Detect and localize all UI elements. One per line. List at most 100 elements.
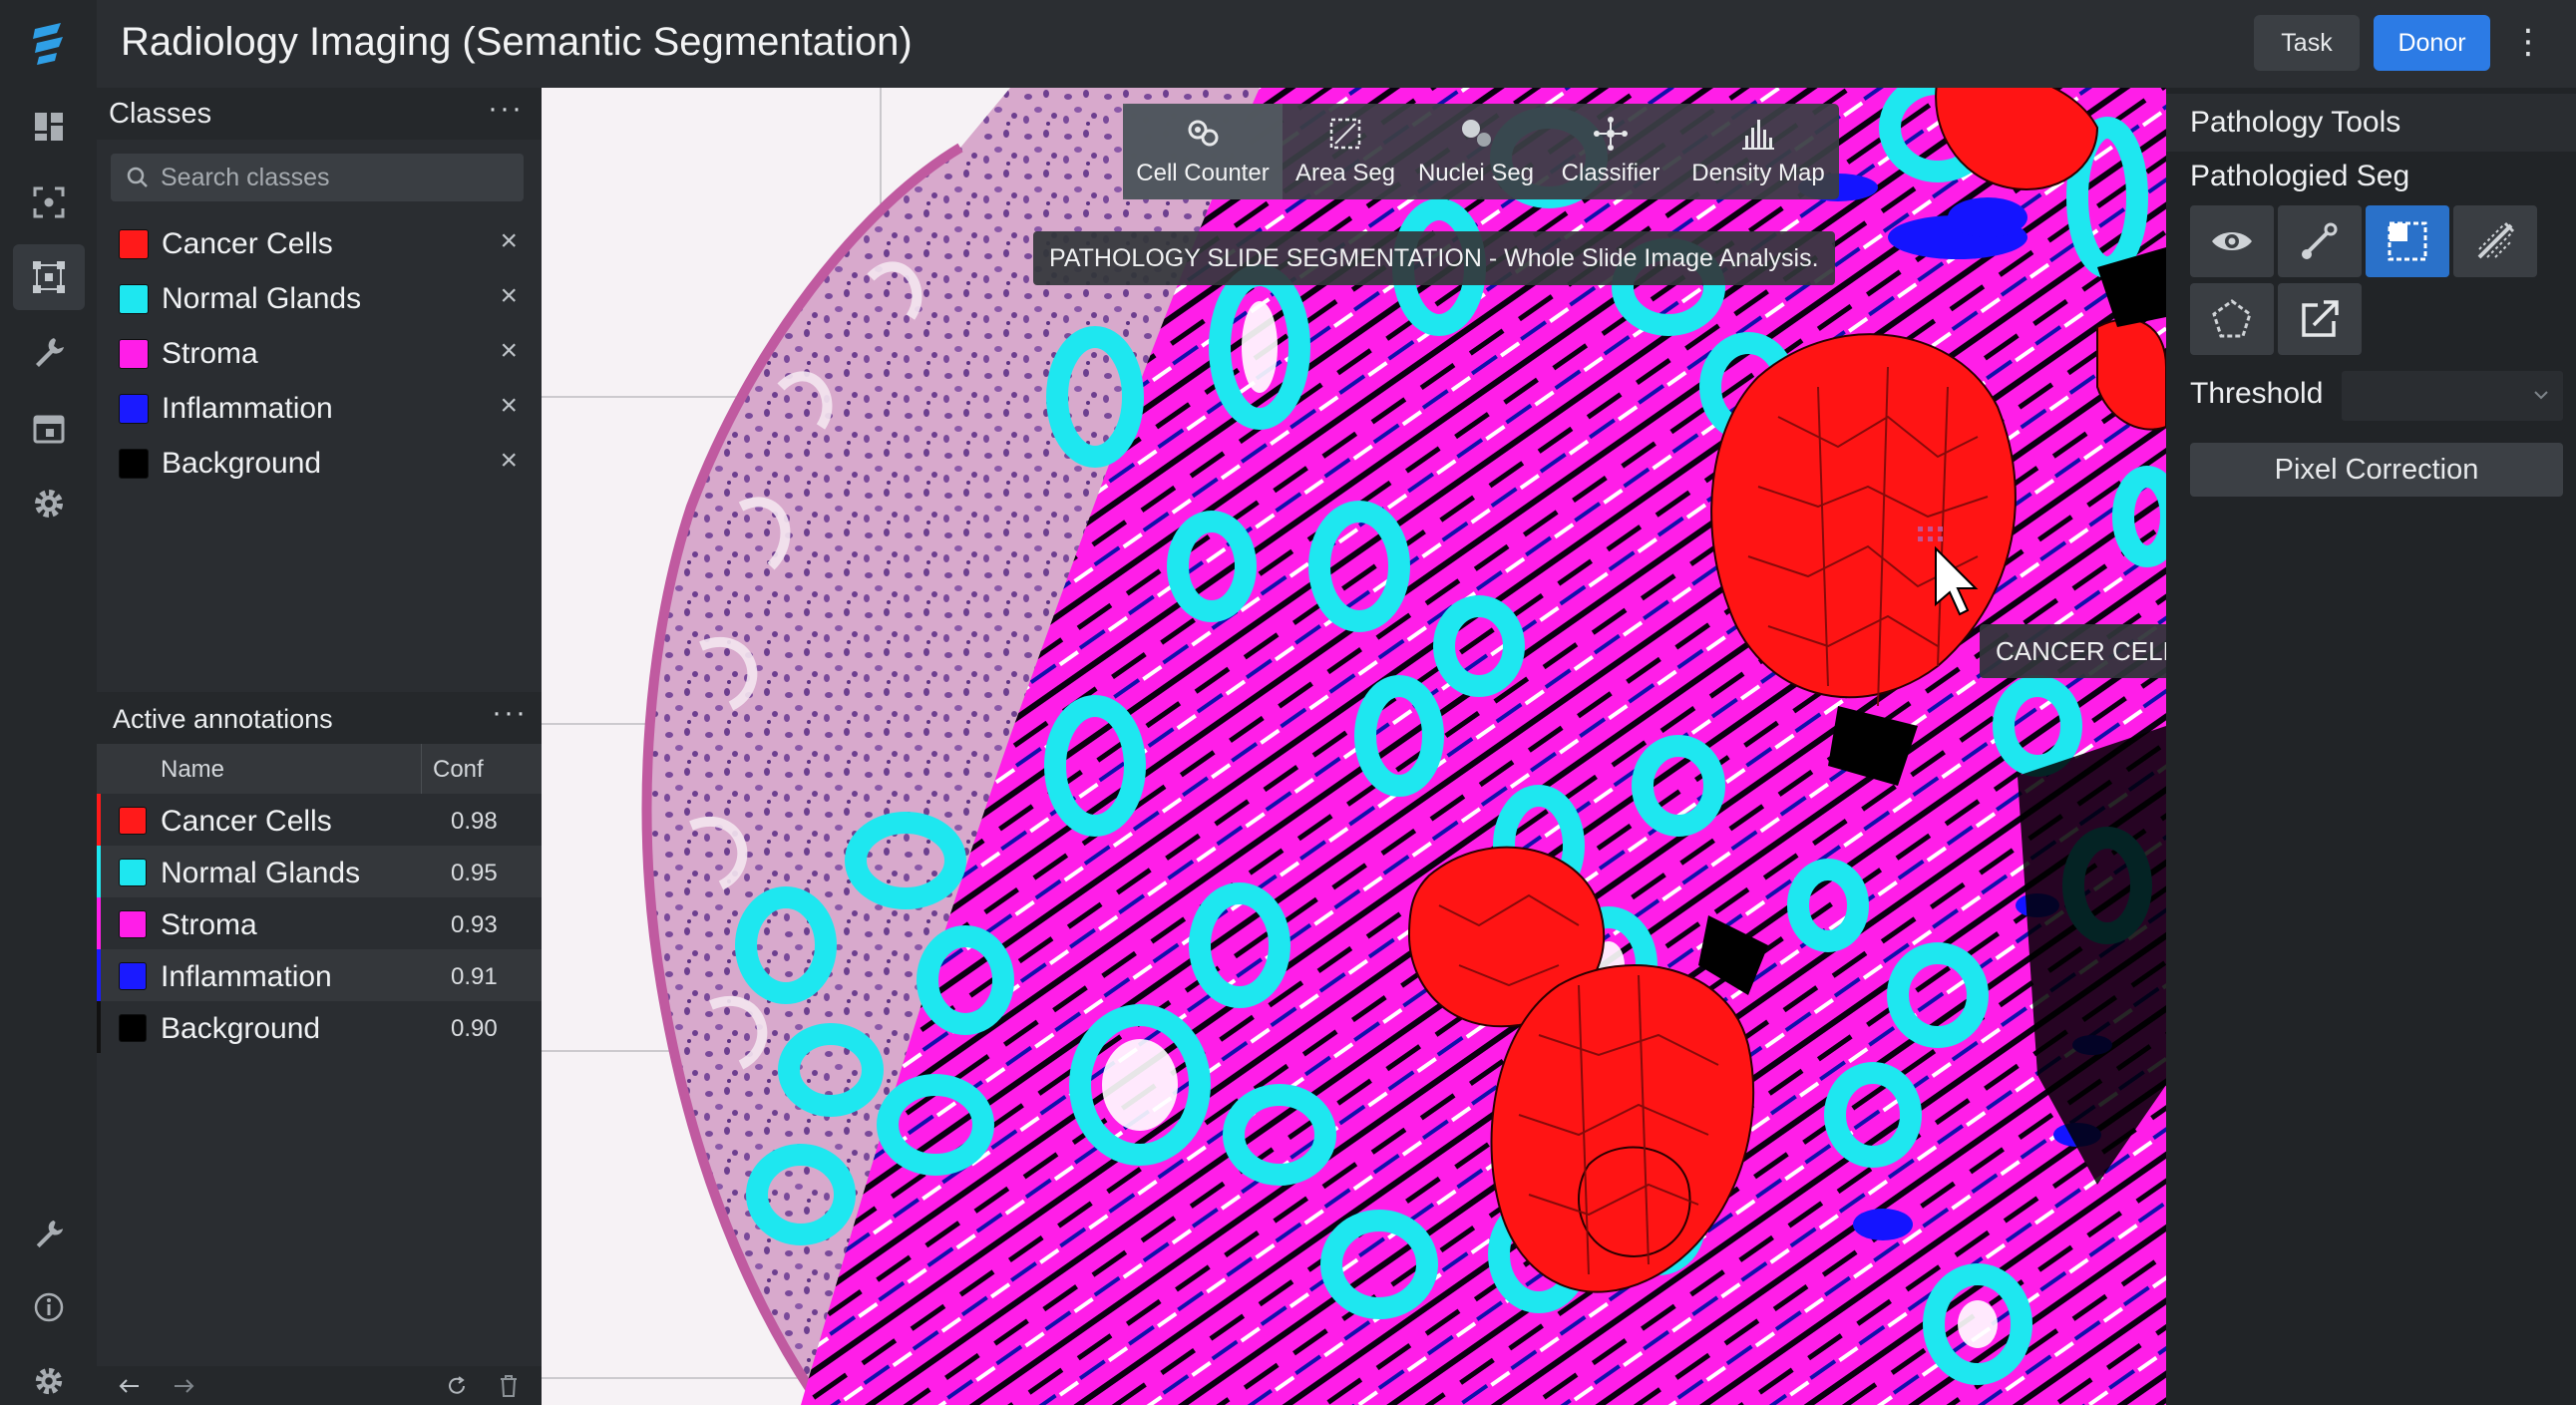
export-button[interactable] bbox=[2278, 283, 2362, 355]
class-label: Stroma bbox=[162, 337, 258, 370]
table-row[interactable]: Inflammation 0.91 bbox=[97, 949, 542, 1001]
brush-button[interactable] bbox=[2278, 205, 2362, 277]
classifier-icon bbox=[1594, 117, 1628, 151]
eraser-wand-icon bbox=[2477, 221, 2515, 259]
tool-label: Density Map bbox=[1691, 160, 1825, 186]
wrench-icon[interactable] bbox=[13, 1201, 85, 1266]
donor-button[interactable]: Donor bbox=[2374, 15, 2490, 71]
chevron-down-icon bbox=[2534, 391, 2548, 400]
class-label: Inflammation bbox=[162, 392, 333, 425]
cell-counter-icon bbox=[1188, 120, 1219, 147]
polygon-icon bbox=[2212, 299, 2252, 338]
class-list: Cancer Cells × Normal Glands × Stroma × … bbox=[97, 215, 542, 490]
remove-class-icon[interactable]: × bbox=[500, 224, 518, 258]
remove-class-icon[interactable]: × bbox=[500, 444, 518, 478]
selection-box-icon bbox=[2388, 221, 2427, 261]
app-title: Radiology Imaging (Semantic Segmentation… bbox=[121, 20, 913, 64]
class-item-cancer-cells[interactable]: Cancer Cells × bbox=[97, 215, 542, 270]
trash-icon[interactable] bbox=[492, 1370, 526, 1402]
top-bar: Radiology Imaging (Semantic Segmentation… bbox=[0, 0, 2576, 88]
settings-gear-icon[interactable] bbox=[13, 471, 85, 536]
row-confidence: 0.91 bbox=[451, 963, 498, 990]
refresh-icon[interactable] bbox=[440, 1370, 474, 1402]
tool-nuclei-seg[interactable]: Nuclei Seg bbox=[1408, 104, 1544, 199]
annotations-table: Name Conf Cancer Cells 0.98 Normal Gland… bbox=[97, 744, 542, 1053]
row-name: Inflammation bbox=[161, 960, 332, 993]
search-box bbox=[111, 154, 524, 201]
row-name: Stroma bbox=[161, 908, 257, 941]
dashboard-icon[interactable] bbox=[13, 94, 85, 160]
logo-icon[interactable] bbox=[13, 10, 85, 76]
remove-class-icon[interactable]: × bbox=[500, 279, 518, 313]
polygon-button[interactable] bbox=[2190, 283, 2274, 355]
eraser-wand-button[interactable] bbox=[2453, 205, 2537, 277]
arrow-right-icon[interactable] bbox=[167, 1370, 200, 1402]
pixel-correction-button[interactable]: Pixel Correction bbox=[2190, 443, 2563, 497]
arrow-left-icon[interactable] bbox=[113, 1370, 147, 1402]
task-button[interactable]: Task bbox=[2254, 15, 2360, 71]
nodes-grid-icon[interactable] bbox=[13, 244, 85, 310]
remove-class-icon[interactable]: × bbox=[500, 389, 518, 423]
remove-class-icon[interactable]: × bbox=[500, 334, 518, 368]
annotations-header: Active annotations ··· bbox=[97, 692, 542, 744]
section-title: Pathologied Seg bbox=[2190, 160, 2410, 192]
search-input[interactable] bbox=[161, 154, 510, 201]
annotations-more-icon[interactable]: ··· bbox=[492, 696, 528, 730]
pathology-tools-title: Pathology Tools bbox=[2190, 106, 2401, 139]
row-color-swatch bbox=[119, 962, 147, 990]
class-label: Background bbox=[162, 447, 322, 480]
cluster-tooltip: CANCER CELL CLUSTER (Dice Score: 0.97) bbox=[1980, 624, 2166, 678]
more-vertical-icon[interactable]: ⋮ bbox=[2511, 22, 2545, 66]
pathology-tools-header: Pathology Tools bbox=[2166, 94, 2576, 152]
slide-viewer[interactable]: Cell Counter Area Seg Nuclei Seg Classif… bbox=[542, 88, 2166, 1405]
class-item-normal-glands[interactable]: Normal Glands × bbox=[97, 270, 542, 325]
pathology-slide-image[interactable] bbox=[542, 88, 2166, 1405]
annotations-title: Active annotations bbox=[113, 704, 333, 734]
calendar-icon[interactable] bbox=[13, 395, 85, 461]
pathology-tools-panel: Pathology Tools Pathologied Seg Threshol… bbox=[2166, 88, 2576, 1405]
focus-frame-icon[interactable] bbox=[13, 170, 85, 235]
class-color-swatch bbox=[119, 394, 149, 424]
class-item-background[interactable]: Background × bbox=[97, 435, 542, 490]
nuclei-seg-icon bbox=[1462, 120, 1491, 147]
column-header-name[interactable]: Name bbox=[161, 756, 224, 784]
tool-density-map[interactable]: Density Map bbox=[1677, 104, 1839, 199]
table-row[interactable]: Cancer Cells 0.98 bbox=[97, 794, 542, 846]
class-item-stroma[interactable]: Stroma × bbox=[97, 325, 542, 380]
row-color-bar bbox=[97, 949, 101, 1001]
area-seg-icon bbox=[1329, 118, 1361, 150]
class-color-swatch bbox=[119, 284, 149, 314]
left-rail bbox=[0, 0, 97, 1405]
wrench-icon[interactable] bbox=[13, 319, 85, 385]
threshold-label: Threshold bbox=[2190, 377, 2324, 410]
row-confidence: 0.98 bbox=[451, 808, 498, 835]
row-name: Normal Glands bbox=[161, 857, 361, 889]
classes-header: Classes ··· bbox=[97, 88, 542, 140]
classes-panel: Classes ··· Cancer Cells × Normal Glands… bbox=[97, 88, 542, 692]
table-row[interactable]: Background 0.90 bbox=[97, 1001, 542, 1053]
row-confidence: 0.95 bbox=[451, 860, 498, 886]
selection-box-button[interactable] bbox=[2366, 205, 2449, 277]
row-color-swatch bbox=[119, 859, 147, 886]
tool-label: Cell Counter bbox=[1136, 160, 1270, 186]
settings-gear-icon[interactable] bbox=[13, 1348, 85, 1405]
tool-label: Classifier bbox=[1561, 160, 1660, 186]
tool-area-seg[interactable]: Area Seg bbox=[1283, 104, 1408, 199]
slide-info-banner: PATHOLOGY SLIDE SEGMENTATION - Whole Sli… bbox=[1033, 231, 1835, 285]
table-row[interactable]: Stroma 0.93 bbox=[97, 897, 542, 949]
tool-label: Nuclei Seg bbox=[1417, 160, 1535, 186]
brush-icon bbox=[2302, 222, 2338, 259]
column-header-conf[interactable]: Conf bbox=[433, 756, 484, 784]
eye-button[interactable] bbox=[2190, 205, 2274, 277]
threshold-select[interactable] bbox=[2342, 371, 2563, 421]
left-panel-footer bbox=[97, 1366, 542, 1405]
table-row[interactable]: Normal Glands 0.95 bbox=[97, 846, 542, 897]
tool-classifier[interactable]: Classifier bbox=[1544, 104, 1677, 199]
row-color-swatch bbox=[119, 807, 147, 835]
tool-cell-counter[interactable]: Cell Counter bbox=[1123, 104, 1283, 199]
viewer-toolbar: Cell Counter Area Seg Nuclei Seg Classif… bbox=[1123, 104, 1839, 199]
class-item-inflammation[interactable]: Inflammation × bbox=[97, 380, 542, 435]
classes-more-icon[interactable]: ··· bbox=[488, 92, 524, 126]
info-icon[interactable] bbox=[13, 1274, 85, 1340]
class-color-swatch bbox=[119, 449, 149, 479]
